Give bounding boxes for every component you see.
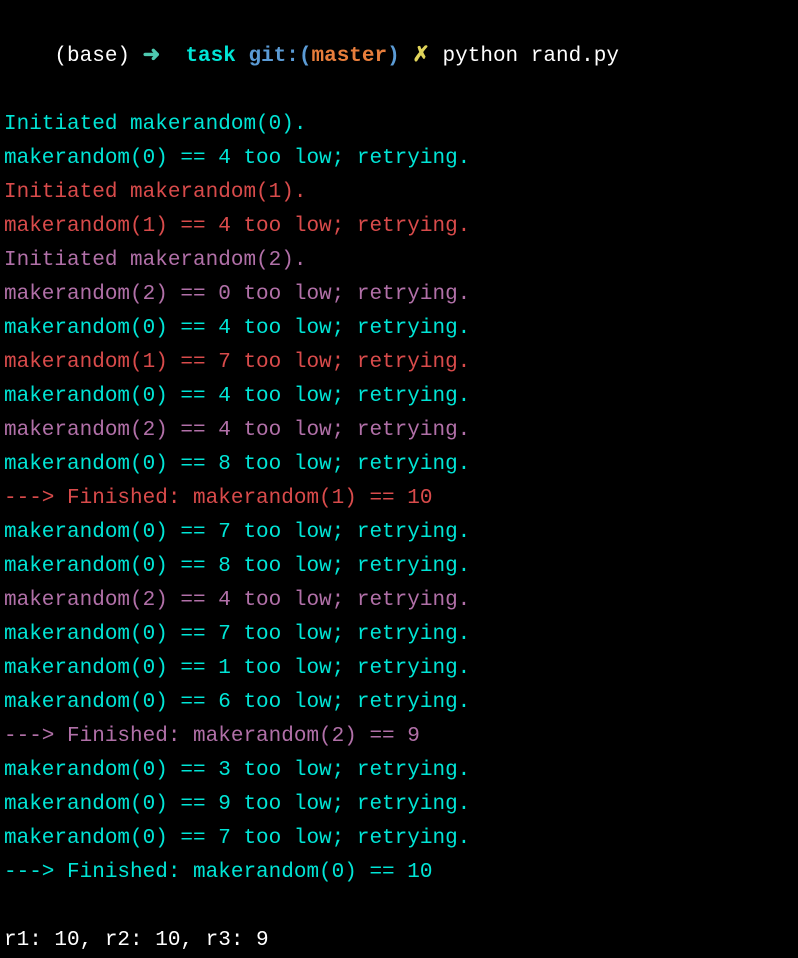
output-line: makerandom(0) == 4 too low; retrying. [4, 142, 794, 176]
output-line: makerandom(0) == 1 too low; retrying. [4, 652, 794, 686]
output-line [4, 890, 794, 924]
output-line: makerandom(0) == 6 too low; retrying. [4, 686, 794, 720]
output-line: makerandom(1) == 4 too low; retrying. [4, 210, 794, 244]
prompt-x-icon: ✗ [412, 45, 442, 68]
output-line: Initiated makerandom(2). [4, 244, 794, 278]
output-line: makerandom(0) == 7 too low; retrying. [4, 822, 794, 856]
prompt-paren-open: ( [299, 45, 312, 68]
output-line: makerandom(0) == 7 too low; retrying. [4, 516, 794, 550]
output-line: ---> Finished: makerandom(2) == 9 [4, 720, 794, 754]
output-line: makerandom(0) == 8 too low; retrying. [4, 550, 794, 584]
output-line: makerandom(0) == 3 too low; retrying. [4, 754, 794, 788]
prompt-branch: master [312, 45, 388, 68]
output-line: makerandom(2) == 0 too low; retrying. [4, 278, 794, 312]
output-line: ---> Finished: makerandom(0) == 10 [4, 856, 794, 890]
prompt-line: (base) ➜ task git:(master) ✗ python rand… [4, 6, 794, 108]
terminal-output: (base) ➜ task git:(master) ✗ python rand… [4, 6, 794, 958]
prompt-git: git: [248, 45, 298, 68]
output-line: makerandom(0) == 4 too low; retrying. [4, 312, 794, 346]
output-line: makerandom(0) == 9 too low; retrying. [4, 788, 794, 822]
prompt-dir: task [185, 45, 248, 68]
output-line: makerandom(0) == 4 too low; retrying. [4, 380, 794, 414]
output-line: makerandom(2) == 4 too low; retrying. [4, 414, 794, 448]
output-line: Initiated makerandom(1). [4, 176, 794, 210]
prompt-base: (base) [54, 45, 142, 68]
prompt-arrow-icon: ➜ [143, 45, 186, 68]
output-line: Initiated makerandom(0). [4, 108, 794, 142]
output-lines: Initiated makerandom(0).makerandom(0) ==… [4, 108, 794, 958]
prompt-paren-close: ) [387, 45, 412, 68]
output-line: ---> Finished: makerandom(1) == 10 [4, 482, 794, 516]
output-line: makerandom(1) == 7 too low; retrying. [4, 346, 794, 380]
output-line: makerandom(0) == 8 too low; retrying. [4, 448, 794, 482]
prompt-command: python rand.py [443, 45, 619, 68]
output-line: makerandom(0) == 7 too low; retrying. [4, 618, 794, 652]
output-line: makerandom(2) == 4 too low; retrying. [4, 584, 794, 618]
output-line: r1: 10, r2: 10, r3: 9 [4, 924, 794, 958]
